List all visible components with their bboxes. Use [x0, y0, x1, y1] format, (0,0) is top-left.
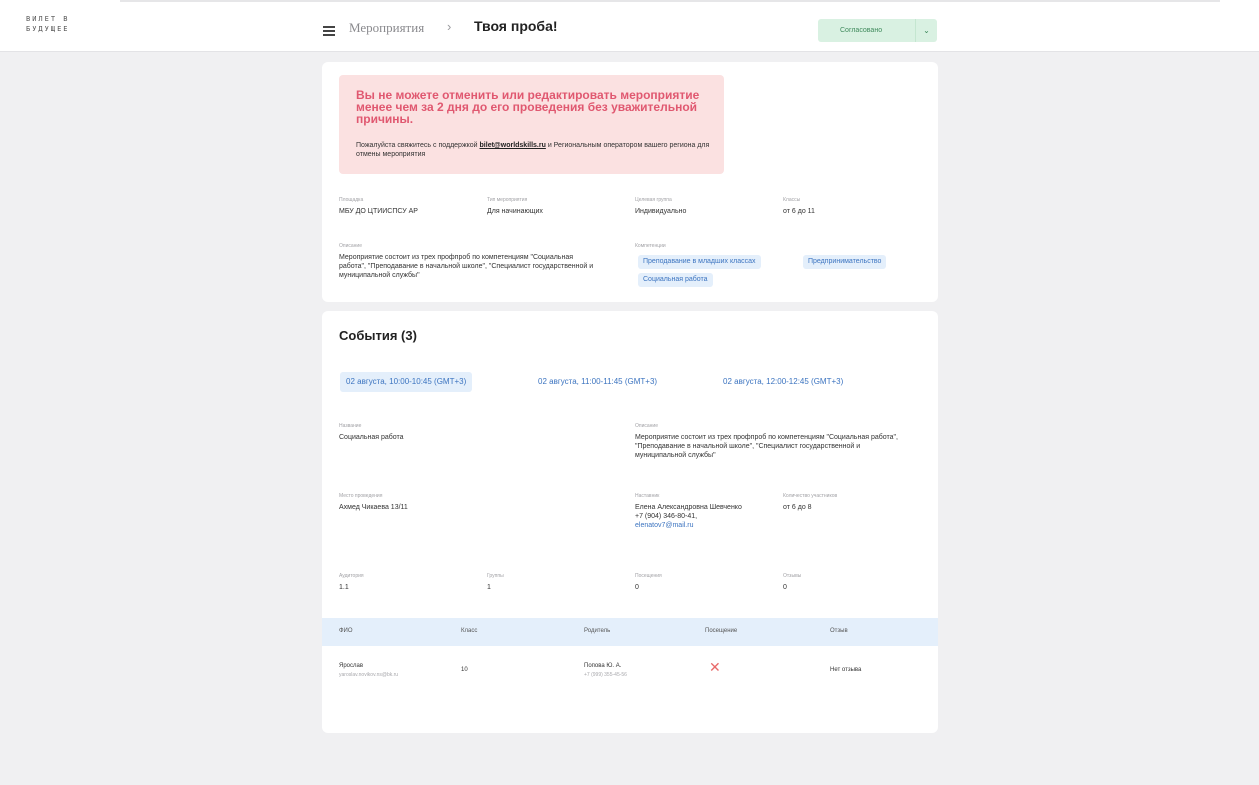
events-card: События (3) 02 августа, 10:00-10:45 (GMT… — [322, 311, 938, 733]
type-label: Тип мероприятия — [487, 197, 528, 203]
chevron-down-icon[interactable]: ⌄ — [915, 19, 937, 42]
student-cell: Ярослав yaroslav.novikov.ns@bk.ru — [339, 662, 449, 680]
review-status: Нет отзыва — [830, 667, 862, 673]
column-header-attendance[interactable]: Посещение — [705, 628, 737, 634]
attended-value: 0 — [635, 584, 639, 591]
class-label: Классы — [783, 197, 801, 203]
event-name-field: Название Социальная работа — [339, 423, 599, 442]
absent-icon: ✕ — [709, 659, 721, 675]
top-divider — [120, 0, 1220, 2]
alert-title: Вы не можете отменить или редактировать … — [356, 88, 700, 126]
table-header: ФИО Класс Родитель Посещение Отзыв — [322, 618, 938, 646]
description-label: Описание — [339, 243, 363, 249]
target-group-field: Целевая группа Индивидуально — [635, 197, 775, 216]
parent-phone: +7 (999) 355-45-56 — [584, 672, 627, 678]
event-name-value: Социальная работа — [339, 434, 404, 441]
description-value: Мероприятие состоит из трех профпроб по … — [339, 254, 594, 279]
parent-cell: Попова Ю. А. +7 (999) 355-45-56 — [584, 662, 694, 680]
reviews-field: Отзывы 0 — [783, 573, 903, 592]
type-value: Для начинающих — [487, 208, 543, 215]
events-title: События (3) — [339, 328, 417, 343]
logo[interactable]: ВИЛЕТ В БУДУЩЕЕ — [26, 14, 70, 34]
class-value: от 6 до 11 — [783, 208, 815, 215]
status-label: Согласовано — [840, 27, 883, 34]
page-title: Твоя проба! — [474, 18, 558, 34]
breadcrumb-events[interactable]: Мероприятия — [349, 20, 424, 36]
description-field: Описание Мероприятие состоит из трех про… — [339, 243, 599, 280]
event-name-label: Название — [339, 423, 362, 429]
mentor-field: Наставник Елена Александровна Шевченко +… — [635, 493, 755, 530]
logo-line-1: ВИЛЕТ В — [26, 15, 70, 23]
breadcrumb-separator-icon: › — [447, 19, 452, 34]
tab-event-3[interactable]: 02 августа, 12:00-12:45 (GMT+3) — [717, 372, 849, 392]
event-description-value: Мероприятие состоит из трех профпроб по … — [635, 434, 898, 459]
groups-value: 1 — [487, 584, 491, 591]
audience-value: 1.1 — [339, 584, 349, 591]
attended-field: Посещения 0 — [635, 573, 755, 592]
platform-field: Площадка МБУ ДО ЦТИИСПСУ АР — [339, 197, 479, 216]
student-name: Ярослав — [339, 663, 364, 669]
event-info-card: Вы не можете отменить или редактировать … — [322, 62, 938, 302]
column-header-review[interactable]: Отзыв — [830, 628, 848, 634]
alert-text-before: Пожалуйста свяжитесь с поддержкой — [356, 142, 478, 149]
alert-text: Пожалуйста свяжитесь с поддержкой bilet@… — [356, 141, 716, 159]
competencies-label: Компетенции — [635, 243, 666, 249]
student-class: 10 — [461, 667, 468, 673]
groups-label: Группы — [487, 573, 504, 579]
competency-tag[interactable]: Предпринимательство — [803, 255, 887, 269]
top-bar: ВИЛЕТ В БУДУЩЕЕ Мероприятия › Твоя проба… — [0, 0, 1259, 52]
status-dropdown[interactable]: Согласовано ⌄ — [818, 19, 937, 42]
menu-icon[interactable] — [323, 26, 335, 36]
audience-field: Аудитория 1.1 — [339, 573, 459, 592]
column-header-name[interactable]: ФИО — [339, 628, 353, 634]
participants-value: от 6 до 8 — [783, 504, 812, 511]
support-email-link[interactable]: bilet@worldskills.ru — [480, 142, 546, 149]
class-field: Классы от 6 до 11 — [783, 197, 923, 216]
reviews-label: Отзывы — [783, 573, 802, 579]
place-value: Ахмед Чикаева 13/11 — [339, 504, 408, 511]
mentor-label: Наставник — [635, 493, 660, 499]
audience-label: Аудитория — [339, 573, 364, 579]
tab-event-1[interactable]: 02 августа, 10:00-10:45 (GMT+3) — [340, 372, 473, 392]
tab-event-2[interactable]: 02 августа, 11:00-11:45 (GMT+3) — [532, 372, 663, 392]
reviews-value: 0 — [783, 584, 787, 591]
warning-alert: Вы не можете отменить или редактировать … — [339, 75, 724, 174]
column-header-class[interactable]: Класс — [461, 628, 477, 634]
place-label: Место проведения — [339, 493, 383, 499]
place-field: Место проведения Ахмед Чикаева 13/11 — [339, 493, 539, 512]
table-row[interactable]: Ярослав yaroslav.novikov.ns@bk.ru 10 Поп… — [322, 646, 938, 698]
event-description-label: Описание — [635, 423, 659, 429]
mentor-name: Елена Александровна Шевченко — [635, 504, 742, 511]
competency-tag[interactable]: Социальная работа — [638, 273, 713, 287]
mentor-phone: +7 (904) 346-80-41, — [635, 513, 698, 520]
target-group-label: Целевая группа — [635, 197, 672, 203]
type-field: Тип мероприятия Для начинающих — [487, 197, 627, 216]
attended-label: Посещения — [635, 573, 662, 579]
logo-line-2: БУДУЩЕЕ — [26, 25, 70, 33]
platform-label: Площадка — [339, 197, 364, 203]
student-email: yaroslav.novikov.ns@bk.ru — [339, 672, 399, 678]
target-group-value: Индивидуально — [635, 208, 687, 215]
competency-tag[interactable]: Преподавание в младших классах — [638, 255, 761, 269]
event-description-field: Описание Мероприятие состоит из трех про… — [635, 423, 905, 460]
participants-label: Количество участников — [783, 493, 838, 499]
mentor-email-link[interactable]: elenatov7@mail.ru — [635, 521, 755, 530]
parent-name: Попова Ю. А. — [584, 663, 622, 669]
competencies-field: Компетенции — [635, 243, 925, 253]
participants-field: Количество участников от 6 до 8 — [783, 493, 923, 512]
platform-value: МБУ ДО ЦТИИСПСУ АР — [339, 208, 418, 215]
groups-field: Группы 1 — [487, 573, 607, 592]
column-header-parent[interactable]: Родитель — [584, 628, 610, 634]
